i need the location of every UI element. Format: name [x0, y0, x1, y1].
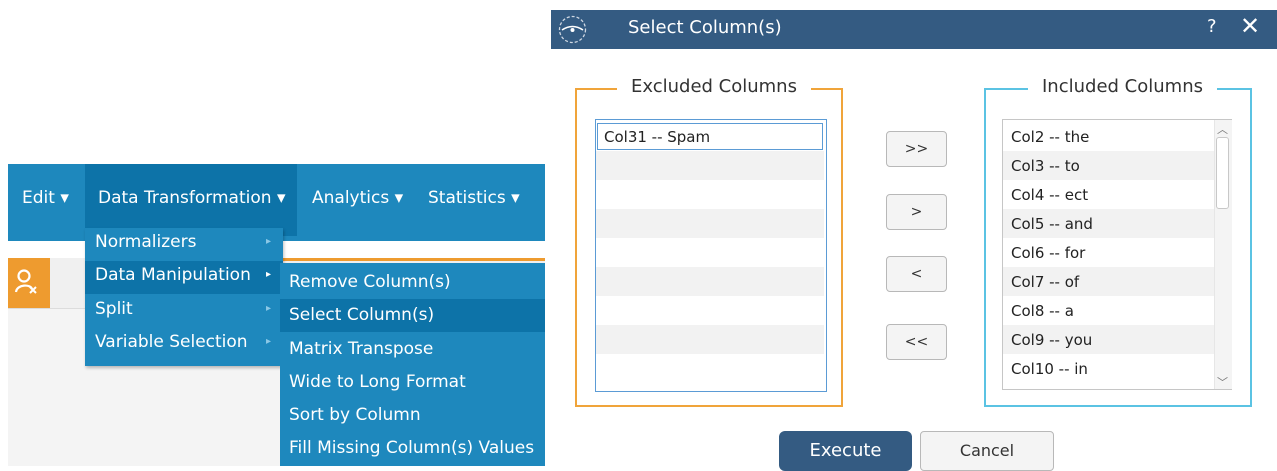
- list-item[interactable]: Col5 -- and: [1003, 209, 1215, 238]
- chevron-right-icon: ▸: [265, 269, 271, 280]
- list-item-label: Col3 -- to: [1011, 157, 1080, 175]
- submenu-item-data-manipulation[interactable]: Data Manipulation ▸: [85, 261, 283, 294]
- submenu-item-label: Normalizers: [95, 232, 197, 252]
- menu-item-fill-missing[interactable]: Fill Missing Column(s) Values: [280, 432, 545, 465]
- remove-all-button[interactable]: <<: [886, 324, 947, 360]
- menu-item-select-columns[interactable]: Select Column(s): [280, 299, 545, 332]
- menu-data-transformation[interactable]: Data Transformation ▾: [98, 188, 285, 208]
- menu-edit[interactable]: Edit ▾: [22, 188, 69, 208]
- accent-line: [280, 258, 545, 261]
- list-item-label: Col5 -- and: [1011, 215, 1093, 233]
- dialog-title: Select Column(s): [628, 17, 782, 38]
- list-item-label: Col10 -- in: [1011, 360, 1088, 378]
- submenu-item-label: Data Manipulation: [95, 265, 251, 285]
- list-item[interactable]: Col10 -- in: [1003, 354, 1215, 383]
- list-item[interactable]: Col31 -- Spam: [596, 122, 824, 151]
- submenu-item-split[interactable]: Split ▸: [85, 295, 283, 328]
- list-item[interactable]: Col3 -- to: [1003, 151, 1215, 180]
- scroll-down-icon[interactable]: ﹀: [1215, 374, 1230, 390]
- menu-item-label: Fill Missing Column(s) Values: [289, 438, 535, 458]
- list-item-label: Col2 -- the: [1011, 128, 1090, 146]
- list-row-empty: [596, 354, 824, 383]
- user-remove-icon: [14, 268, 38, 300]
- included-columns-list[interactable]: Col2 -- the Col3 -- to Col4 -- ect Col5 …: [1002, 119, 1232, 390]
- list-item-label: Col6 -- for: [1011, 244, 1086, 262]
- list-item[interactable]: Col8 -- a: [1003, 296, 1215, 325]
- list-row-empty: [596, 296, 824, 325]
- menu-item-label: Sort by Column: [289, 405, 421, 425]
- cancel-button[interactable]: Cancel: [920, 431, 1054, 471]
- menu-bar: Edit ▾ Data Transformation ▾ Analytics ▾…: [8, 164, 545, 236]
- list-item-label: Col8 -- a: [1011, 302, 1074, 320]
- list-item[interactable]: Col6 -- for: [1003, 238, 1215, 267]
- excluded-columns-legend: Excluded Columns: [617, 76, 811, 97]
- menu-statistics[interactable]: Statistics ▾: [428, 188, 520, 208]
- included-columns-legend: Included Columns: [1028, 76, 1217, 97]
- excluded-columns-list[interactable]: Col31 -- Spam: [595, 119, 827, 392]
- add-button[interactable]: >: [886, 194, 947, 230]
- remove-button[interactable]: <: [886, 256, 947, 292]
- menu-item-wide-to-long[interactable]: Wide to Long Format: [280, 366, 545, 399]
- list-row-empty: [596, 238, 824, 267]
- menu-item-label: Matrix Transpose: [289, 339, 434, 359]
- data-transformation-submenu: Normalizers ▸ Data Manipulation ▸ Split …: [85, 228, 283, 366]
- menu-item-matrix-transpose[interactable]: Matrix Transpose: [280, 333, 545, 366]
- chevron-right-icon: ▸: [265, 303, 271, 314]
- submenu-item-normalizers[interactable]: Normalizers ▸: [85, 228, 283, 261]
- submenu-item-variable-selection[interactable]: Variable Selection ▸: [85, 328, 283, 361]
- menu-item-remove-columns[interactable]: Remove Column(s): [280, 266, 545, 299]
- submenu-item-label: Split: [95, 299, 133, 319]
- add-all-button[interactable]: >>: [886, 131, 947, 167]
- list-item[interactable]: Col4 -- ect: [1003, 180, 1215, 209]
- chevron-right-icon: ▸: [265, 236, 271, 247]
- close-icon[interactable]: ✕: [1240, 12, 1260, 40]
- list-item-label: Col31 -- Spam: [604, 128, 711, 146]
- execute-button[interactable]: Execute: [779, 431, 912, 471]
- data-manipulation-submenu: Remove Column(s) Select Column(s) Matrix…: [280, 263, 545, 466]
- menu-item-label: Wide to Long Format: [289, 372, 466, 392]
- list-item-label: Col9 -- you: [1011, 331, 1093, 349]
- scroll-up-icon[interactable]: ︿: [1215, 121, 1230, 137]
- list-item-label: Col4 -- ect: [1011, 186, 1089, 204]
- list-item[interactable]: Col9 -- you: [1003, 325, 1215, 354]
- list-item-label: Col7 -- of: [1011, 273, 1080, 291]
- list-row-empty: [596, 267, 824, 296]
- list-item[interactable]: Col7 -- of: [1003, 267, 1215, 296]
- submenu-item-label: Variable Selection: [95, 332, 248, 352]
- list-row-empty: [596, 151, 824, 180]
- list-row-empty: [596, 209, 824, 238]
- scrollbar-thumb[interactable]: [1216, 137, 1229, 209]
- menu-item-sort-by-column[interactable]: Sort by Column: [280, 399, 545, 432]
- list-row-empty: [596, 180, 824, 209]
- chevron-right-icon: ▸: [265, 336, 271, 347]
- list-row-empty: [596, 325, 824, 354]
- app-logo-icon: [556, 13, 589, 46]
- menu-analytics[interactable]: Analytics ▾: [312, 188, 403, 208]
- help-icon[interactable]: ?: [1207, 16, 1217, 37]
- menu-item-label: Remove Column(s): [289, 272, 451, 292]
- list-item[interactable]: Col2 -- the: [1003, 122, 1215, 151]
- menu-item-label: Select Column(s): [289, 305, 435, 325]
